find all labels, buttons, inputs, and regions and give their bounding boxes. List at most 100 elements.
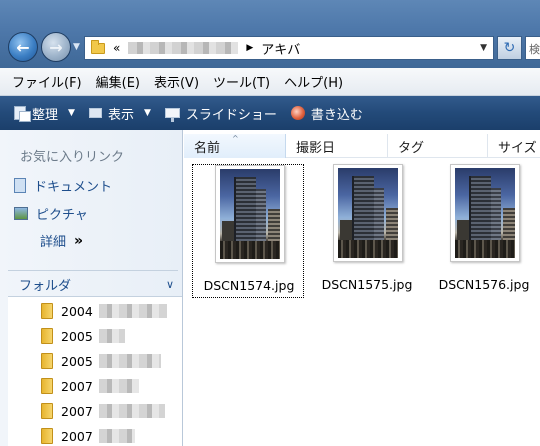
favorite-documents-label: ドキュメント [34, 180, 113, 195]
slideshow-button[interactable]: スライドショー [164, 104, 277, 123]
menu-view[interactable]: 表示(V) [154, 72, 199, 91]
double-chevron-icon: » [74, 232, 84, 249]
menu-file[interactable]: ファイル(F) [12, 72, 82, 91]
burn-icon [290, 106, 305, 120]
chevron-down-icon: ▼ [143, 108, 151, 118]
column-header-tags[interactable]: タグ [388, 134, 488, 158]
refresh-button[interactable]: ↻ [497, 36, 522, 60]
forward-button[interactable]: → [41, 32, 71, 62]
column-size-label: サイズ [498, 140, 537, 156]
more-label: 詳細 [40, 235, 67, 250]
thumbnail-frame [450, 164, 520, 262]
folders-header[interactable]: フォルダ ∨ [8, 272, 182, 296]
folder-icon [91, 39, 105, 54]
file-list-pane[interactable]: ^ 名前 撮影日 タグ サイズ DSCN1574.jpg DSCN1575.jp… [184, 130, 540, 446]
file-thumbnail-item[interactable]: DSCN1574.jpg [192, 164, 304, 298]
slideshow-icon [164, 108, 180, 122]
back-button[interactable]: ← [8, 32, 38, 62]
file-thumbnail-item[interactable]: DSCN1575.jpg [311, 164, 423, 298]
file-name-label: DSCN1575.jpg [321, 277, 413, 292]
folder-icon [41, 403, 53, 419]
favorite-pictures-label: ピクチャ [36, 208, 88, 223]
folder-tree-item[interactable]: 2005 [41, 353, 161, 369]
folder-tree-item[interactable]: 2004 [41, 303, 167, 319]
pane-divider [8, 270, 178, 271]
column-tags-label: タグ [398, 140, 425, 156]
photo-thumbnail [220, 169, 280, 259]
folders-header-label: フォルダ [19, 278, 72, 294]
photo-thumbnail [338, 168, 398, 258]
views-icon [88, 108, 102, 118]
views-button[interactable]: 表示 ▼ [88, 104, 151, 123]
photo-thumbnail [455, 168, 515, 258]
column-header-date-taken[interactable]: 撮影日 [286, 134, 388, 158]
organize-button[interactable]: 整理 ▼ [14, 104, 75, 123]
forward-arrow-icon: → [49, 37, 63, 57]
folder-tree-label: 2005 [61, 353, 93, 369]
chevron-down-icon: ▼ [68, 108, 75, 118]
folder-tree[interactable]: 2004 2005 2005 2007 2007 2007 [8, 296, 182, 446]
address-bar[interactable]: « ▶ アキバ ▼ [84, 36, 494, 60]
folder-name-obscured [98, 354, 161, 368]
folder-icon [41, 353, 53, 369]
column-header-size[interactable]: サイズ [488, 134, 540, 158]
documents-icon [14, 178, 26, 193]
slideshow-label: スライドショー [185, 107, 277, 123]
column-name-label: 名前 [194, 140, 221, 156]
folder-name-obscured [98, 404, 165, 418]
thumbnail-frame [333, 164, 403, 262]
menu-edit[interactable]: 編集(E) [96, 72, 140, 91]
views-label: 表示 [107, 107, 134, 123]
file-name-label: DSCN1574.jpg [203, 278, 295, 293]
folder-name-obscured [98, 304, 167, 318]
menu-help[interactable]: ヘルプ(H) [284, 72, 343, 91]
folder-tree-item[interactable]: 2007 [41, 378, 139, 394]
breadcrumb-separator-icon[interactable]: ▶ [246, 43, 253, 53]
burn-button[interactable]: 書き込む [290, 104, 363, 123]
folder-tree-label: 2007 [61, 428, 93, 444]
folder-tree-item[interactable]: 2007 [41, 428, 135, 444]
folder-name-obscured [98, 329, 125, 343]
favorite-documents-link[interactable]: ドキュメント [14, 176, 112, 195]
folder-icon [41, 303, 53, 319]
breadcrumb-current[interactable]: アキバ [261, 39, 300, 58]
burn-label: 書き込む [310, 107, 363, 123]
organize-label: 整理 [32, 107, 59, 123]
folder-icon [41, 328, 53, 344]
folder-name-obscured [98, 429, 135, 443]
folder-tree-item[interactable]: 2007 [41, 403, 165, 419]
thumbnail-frame [215, 165, 285, 263]
command-bar: 整理 ▼ 表示 ▼ スライドショー 書き込む [0, 96, 540, 130]
sort-ascending-icon: ^ [232, 134, 239, 143]
folder-tree-label: 2007 [61, 403, 93, 419]
breadcrumb-overflow[interactable]: « [113, 41, 120, 55]
search-input[interactable]: 検 [525, 36, 540, 60]
search-placeholder: 検 [529, 43, 540, 56]
menu-tools[interactable]: ツール(T) [213, 72, 270, 91]
file-thumbnail-item[interactable]: DSCN1576.jpg [428, 164, 540, 298]
folder-tree-label: 2007 [61, 378, 93, 394]
title-bar: ← → ▼ « ▶ アキバ ▼ ↻ 検 [0, 0, 540, 68]
refresh-icon: ↻ [503, 40, 516, 56]
folder-name-obscured [98, 379, 139, 393]
column-date-label: 撮影日 [296, 140, 336, 156]
organize-icon [14, 106, 31, 122]
back-arrow-icon: ← [16, 37, 30, 57]
column-header-row: ^ 名前 撮影日 タグ サイズ [184, 134, 540, 158]
pictures-icon [14, 207, 28, 220]
folder-tree-item[interactable]: 2005 [41, 328, 125, 344]
menu-bar: ファイル(F) 編集(E) 表示(V) ツール(T) ヘルプ(H) [0, 68, 540, 96]
breadcrumb-obscured [128, 42, 239, 54]
folder-tree-label: 2004 [61, 303, 93, 319]
more-links-button[interactable]: 詳細 » [40, 231, 84, 251]
folder-icon [41, 428, 53, 444]
address-dropdown-icon[interactable]: ▼ [480, 43, 493, 53]
folder-icon [41, 378, 53, 394]
folder-tree-label: 2005 [61, 328, 93, 344]
recent-pages-dropdown[interactable]: ▼ [73, 42, 80, 52]
favorite-pictures-link[interactable]: ピクチャ [14, 204, 88, 223]
favorites-header: お気に入りリンク [20, 150, 125, 165]
column-header-name[interactable]: ^ 名前 [184, 134, 286, 158]
file-name-label: DSCN1576.jpg [438, 277, 530, 292]
chevron-down-icon: ∨ [165, 277, 174, 291]
